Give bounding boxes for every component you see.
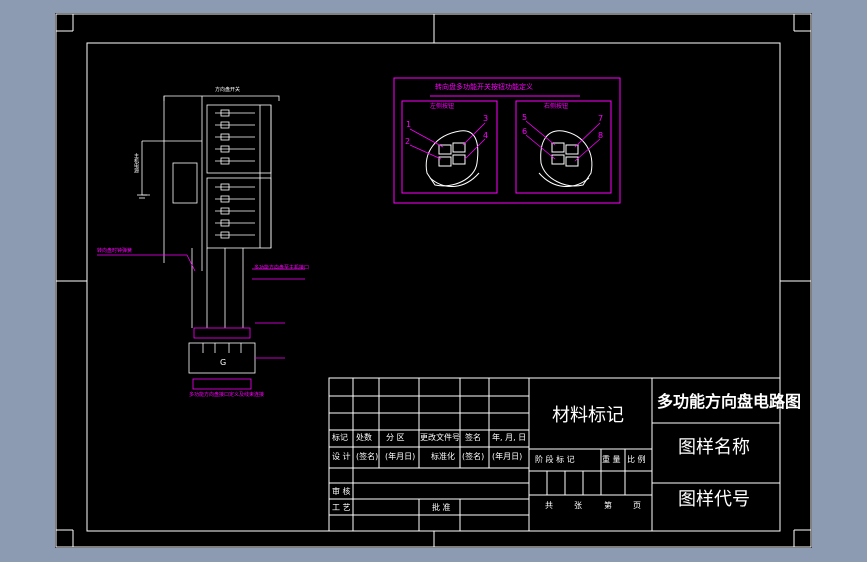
schematic-top-label: 方向盘开关	[215, 87, 241, 93]
note-right: 多功能方向盘至主机接口	[254, 265, 310, 271]
drawing-name: 图样名称	[678, 437, 750, 458]
tb-scale: 比 例	[627, 455, 646, 464]
tb-label-zone: 分 区	[386, 433, 405, 442]
tb-stage: 阶 段 标 记	[535, 455, 575, 464]
tb-label-sign: 签名	[465, 433, 481, 442]
tb-std: 标准化	[431, 452, 455, 461]
tb-approve: 批 准	[432, 503, 451, 512]
outer-frame	[55, 13, 812, 548]
tb-total: 共	[545, 501, 553, 510]
drawing-sheet: 材料标记 多功能方向盘电路图 图样名称 图样代号 标记 处数 分 区 更改文件号…	[55, 13, 812, 548]
callout-1: 1	[406, 120, 412, 129]
tb-std-sign: (签名)	[462, 452, 485, 461]
tb-design-sign: (签名)	[356, 452, 379, 461]
right-caption: 右侧按钮	[544, 103, 569, 110]
note-left: 转向盘时钟弹簧	[97, 248, 133, 254]
tb-no: 第	[604, 501, 612, 510]
tb-review: 审 核	[332, 487, 351, 496]
callout-3: 3	[483, 114, 489, 123]
detail-panel	[393, 77, 621, 204]
callout-8: 8	[598, 131, 604, 140]
left-button-cluster	[425, 130, 480, 187]
callout-7: 7	[598, 114, 604, 123]
tb-sheets: 张	[574, 501, 582, 510]
detail-title: 转向盘多功能开关按钮功能定义	[435, 83, 533, 91]
connector-label: G	[220, 358, 227, 367]
right-button-cluster	[538, 130, 593, 187]
material-mark: 材料标记	[552, 405, 624, 426]
bottom-note: 多功能方向盘接口定义及线束连接	[189, 392, 265, 398]
button-leaders	[409, 120, 601, 162]
tb-label-doc: 更改文件号	[420, 433, 460, 442]
tb-process: 工 艺	[332, 503, 351, 512]
tb-design: 设 计	[332, 452, 351, 461]
drawing-lines	[55, 13, 812, 548]
drawing-code: 图样代号	[678, 489, 750, 510]
drawing-title: 多功能方向盘电路图	[657, 392, 802, 411]
callout-4: 4	[483, 131, 489, 140]
tb-label-mark: 标记	[332, 433, 348, 442]
tb-design-date: (年月日)	[385, 452, 416, 461]
tb-page: 页	[633, 501, 641, 510]
schematic-side-label: 主机电源	[133, 153, 139, 173]
left-caption: 左侧按钮	[430, 103, 455, 110]
callout-2: 2	[405, 137, 411, 146]
callout-5: 5	[522, 113, 528, 122]
tb-label-count: 处数	[356, 433, 372, 442]
tb-std-date: (年月日)	[492, 452, 523, 461]
tb-weight: 重 量	[602, 455, 621, 464]
callout-6: 6	[522, 127, 528, 136]
schematic	[137, 95, 280, 390]
tb-label-date: 年, 月, 日	[492, 433, 527, 442]
